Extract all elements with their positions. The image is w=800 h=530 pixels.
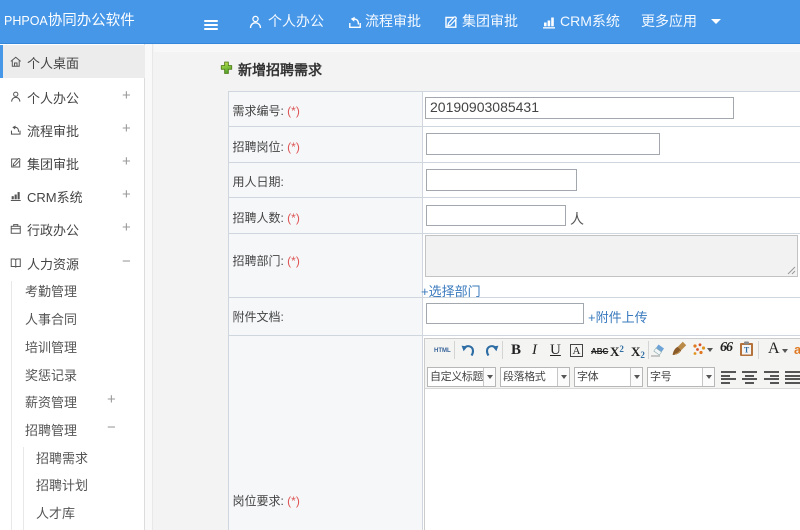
svg-text:T: T xyxy=(744,346,750,355)
